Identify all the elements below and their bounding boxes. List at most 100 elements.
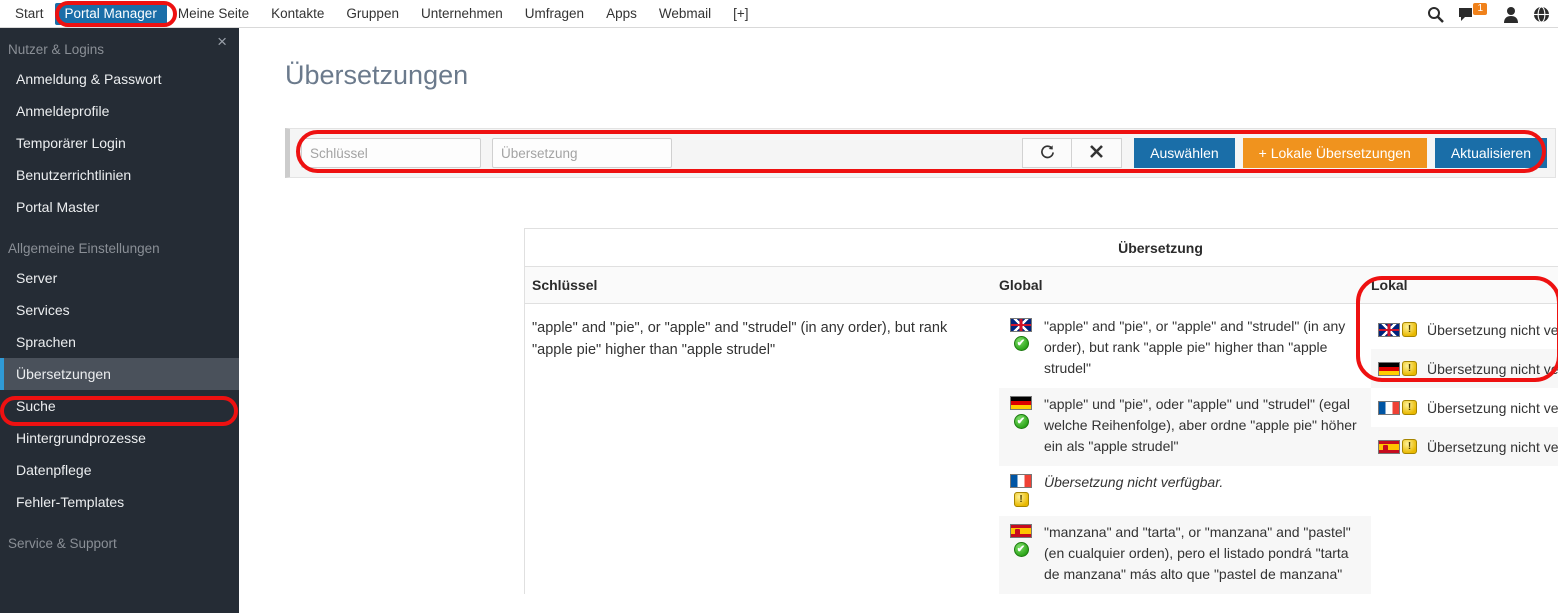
top-nav-icons: 1 <box>1427 0 1550 28</box>
select-button[interactable]: Auswählen <box>1134 138 1235 168</box>
table-title: Übersetzung <box>524 228 1558 266</box>
gb-flag-icon <box>1010 318 1032 332</box>
local-translation-text: Übersetzung nicht verfügbar. <box>1427 360 1558 377</box>
column-header-key: Schlüssel <box>532 277 598 293</box>
language-status-icons: ✔ <box>1006 316 1036 351</box>
de-flag-icon <box>1378 361 1400 376</box>
cell-global-translations: ✔ "apple" and "pie", or "apple" and "stru… <box>999 304 1371 594</box>
language-status-icons: ✔ <box>1006 522 1036 557</box>
nav-item-[interactable]: [+] <box>722 0 759 28</box>
sidebar-content: Nutzer & Logins Anmeldung & Passwort Anmel… <box>0 36 239 557</box>
nav-item-portal-manager[interactable]: Portal Manager <box>54 2 167 25</box>
language-status-icons: ! <box>1378 361 1417 376</box>
nav-item-gruppen[interactable]: Gruppen <box>335 0 410 28</box>
sidebar-item-portal-master[interactable]: Portal Master <box>0 191 239 223</box>
column-header-global: Global <box>999 277 1043 293</box>
check-icon: ✔ <box>1013 414 1029 429</box>
nav-item-start[interactable]: Start <box>4 0 55 28</box>
local-translation-row: ! Übersetzung nicht verfügbar. <box>1371 310 1558 349</box>
language-status-icons: ! <box>1378 439 1417 454</box>
sidebar-item-datenpflege[interactable]: Datenpflege <box>0 454 239 486</box>
update-button[interactable]: Aktualisieren <box>1434 138 1547 168</box>
local-translation-text: Übersetzung nicht verfügbar. <box>1427 438 1558 455</box>
global-translation-text: Übersetzung nicht verfügbar. <box>1044 474 1224 490</box>
global-translation-text: "apple" und "pie", oder "apple" und "str… <box>1044 396 1357 454</box>
sidebar-item-benutzerrichtlinien[interactable]: Benutzerrichtlinien <box>0 159 239 191</box>
column-header-local: Lokal <box>1371 277 1408 293</box>
warning-icon: ! <box>1013 492 1029 507</box>
toolbar-actions: Auswählen + Lokale Übersetzungen Aktuali… <box>1022 138 1547 168</box>
sidebar-group-title: Allgemeine Einstellungen <box>8 241 160 256</box>
local-translation-row: ! Übersetzung nicht verfügbar. <box>1371 388 1558 427</box>
sidebar-group-title: Service & Support <box>8 536 117 551</box>
top-navigation-bar: Start Portal Manager Meine Seite Kontakte Gr… <box>0 0 1558 28</box>
page-title: Übersetzungen <box>285 60 469 90</box>
clear-filters-button[interactable] <box>1072 138 1123 168</box>
global-translation-text: "apple" and "pie", or "apple" and "strud… <box>1044 318 1346 376</box>
messages-icon[interactable]: 1 <box>1458 3 1489 22</box>
sidebar-item-temporärer-login[interactable]: Temporärer Login <box>0 127 239 159</box>
local-translation-row: ! Übersetzung nicht verfügbar. <box>1371 349 1558 388</box>
sidebar-item-server[interactable]: Server <box>0 262 239 294</box>
refresh-icon <box>1040 144 1055 162</box>
sidebar-item-fehler-templates[interactable]: Fehler-Templates <box>0 486 239 518</box>
es-flag-icon <box>1378 439 1400 454</box>
nav-item-unternehmen[interactable]: Unternehmen <box>410 0 514 28</box>
warning-icon: ! <box>1402 361 1417 376</box>
language-status-icons: ! <box>1378 322 1417 337</box>
nav-item-meine-seite[interactable]: Meine Seite <box>167 0 260 28</box>
nav-item-umfragen[interactable]: Umfragen <box>514 0 595 28</box>
local-translation-text: Übersetzung nicht verfügbar. <box>1427 321 1558 338</box>
global-translation-row: ✔ "apple" und "pie", oder "apple" und "st… <box>999 388 1371 466</box>
es-flag-icon <box>1010 524 1032 538</box>
local-translation-text: Übersetzung nicht verfügbar. <box>1427 399 1558 416</box>
global-translation-row: ✔ "apple" and "pie", or "apple" and "stru… <box>999 310 1371 388</box>
sidebar-item-services[interactable]: Services <box>0 294 239 326</box>
main-content: Übersetzungen Auswählen + Lokale Überset… <box>239 28 1558 613</box>
filter-toolbar: Auswählen + Lokale Übersetzungen Aktuali… <box>285 128 1556 178</box>
language-status-icons: ! <box>1378 400 1417 415</box>
sidebar: × Nutzer & Logins Anmeldung & Passwort Anm… <box>0 28 239 613</box>
sidebar-item-hintergrundprozesse[interactable]: Hintergrundprozesse <box>0 422 239 454</box>
sidebar-item-suche[interactable]: Suche <box>0 390 239 422</box>
language-status-icons: ! <box>1006 472 1036 507</box>
sidebar-item-anmeldung-passwort[interactable]: Anmeldung & Passwort <box>0 63 239 95</box>
user-icon[interactable] <box>1503 6 1519 23</box>
nav-item-webmail[interactable]: Webmail <box>648 0 722 28</box>
global-translation-row: ✔ "manzana" and "tarta", or "manzana" and… <box>999 516 1371 594</box>
close-icon <box>1090 145 1104 161</box>
key-filter-input[interactable] <box>301 138 481 168</box>
gb-flag-icon <box>1378 322 1400 337</box>
local-translation-row: ! Übersetzung nicht verfügbar. <box>1371 427 1558 466</box>
translation-filter-input[interactable] <box>492 138 672 168</box>
sidebar-group-title: Nutzer & Logins <box>8 42 105 57</box>
sidebar-item-übersetzungen[interactable]: Übersetzungen <box>0 358 239 390</box>
refresh-button[interactable] <box>1022 138 1073 168</box>
warning-icon: ! <box>1402 322 1417 337</box>
fr-flag-icon <box>1010 474 1032 488</box>
sidebar-close-icon[interactable]: × <box>217 33 227 50</box>
top-nav-items: Start Portal Manager Meine Seite Kontakte Gr… <box>0 0 760 28</box>
cell-local-translations: ! Übersetzung nicht verfügbar.! Übersetzun… <box>1371 304 1558 594</box>
nav-item-kontakte[interactable]: Kontakte <box>260 0 335 28</box>
translations-table: Übersetzung Schlüssel Global Lokal Aktio… <box>524 228 1558 613</box>
global-translation-row: ! Übersetzung nicht verfügbar. <box>999 466 1371 516</box>
table-body: "apple" and "pie", or "apple" and "strud… <box>524 304 1558 594</box>
search-icon[interactable] <box>1427 6 1445 23</box>
warning-icon: ! <box>1402 400 1417 415</box>
cell-key: "apple" and "pie", or "apple" and "strud… <box>532 320 948 358</box>
check-icon: ✔ <box>1013 336 1029 351</box>
local-translations-button[interactable]: + Lokale Übersetzungen <box>1242 138 1427 168</box>
sidebar-item-sprachen[interactable]: Sprachen <box>0 326 239 358</box>
warning-icon: ! <box>1402 439 1417 454</box>
nav-item-apps[interactable]: Apps <box>595 0 648 28</box>
message-badge: 1 <box>1473 3 1487 15</box>
fr-flag-icon <box>1378 400 1400 415</box>
table-header-row: Schlüssel Global Lokal Aktion <box>524 266 1558 304</box>
check-icon: ✔ <box>1013 542 1029 557</box>
de-flag-icon <box>1010 396 1032 410</box>
globe-icon[interactable] <box>1533 5 1550 23</box>
language-status-icons: ✔ <box>1006 394 1036 429</box>
sidebar-item-anmeldeprofile[interactable]: Anmeldeprofile <box>0 95 239 127</box>
global-translation-text: "manzana" and "tarta", or "manzana" and … <box>1044 524 1351 582</box>
